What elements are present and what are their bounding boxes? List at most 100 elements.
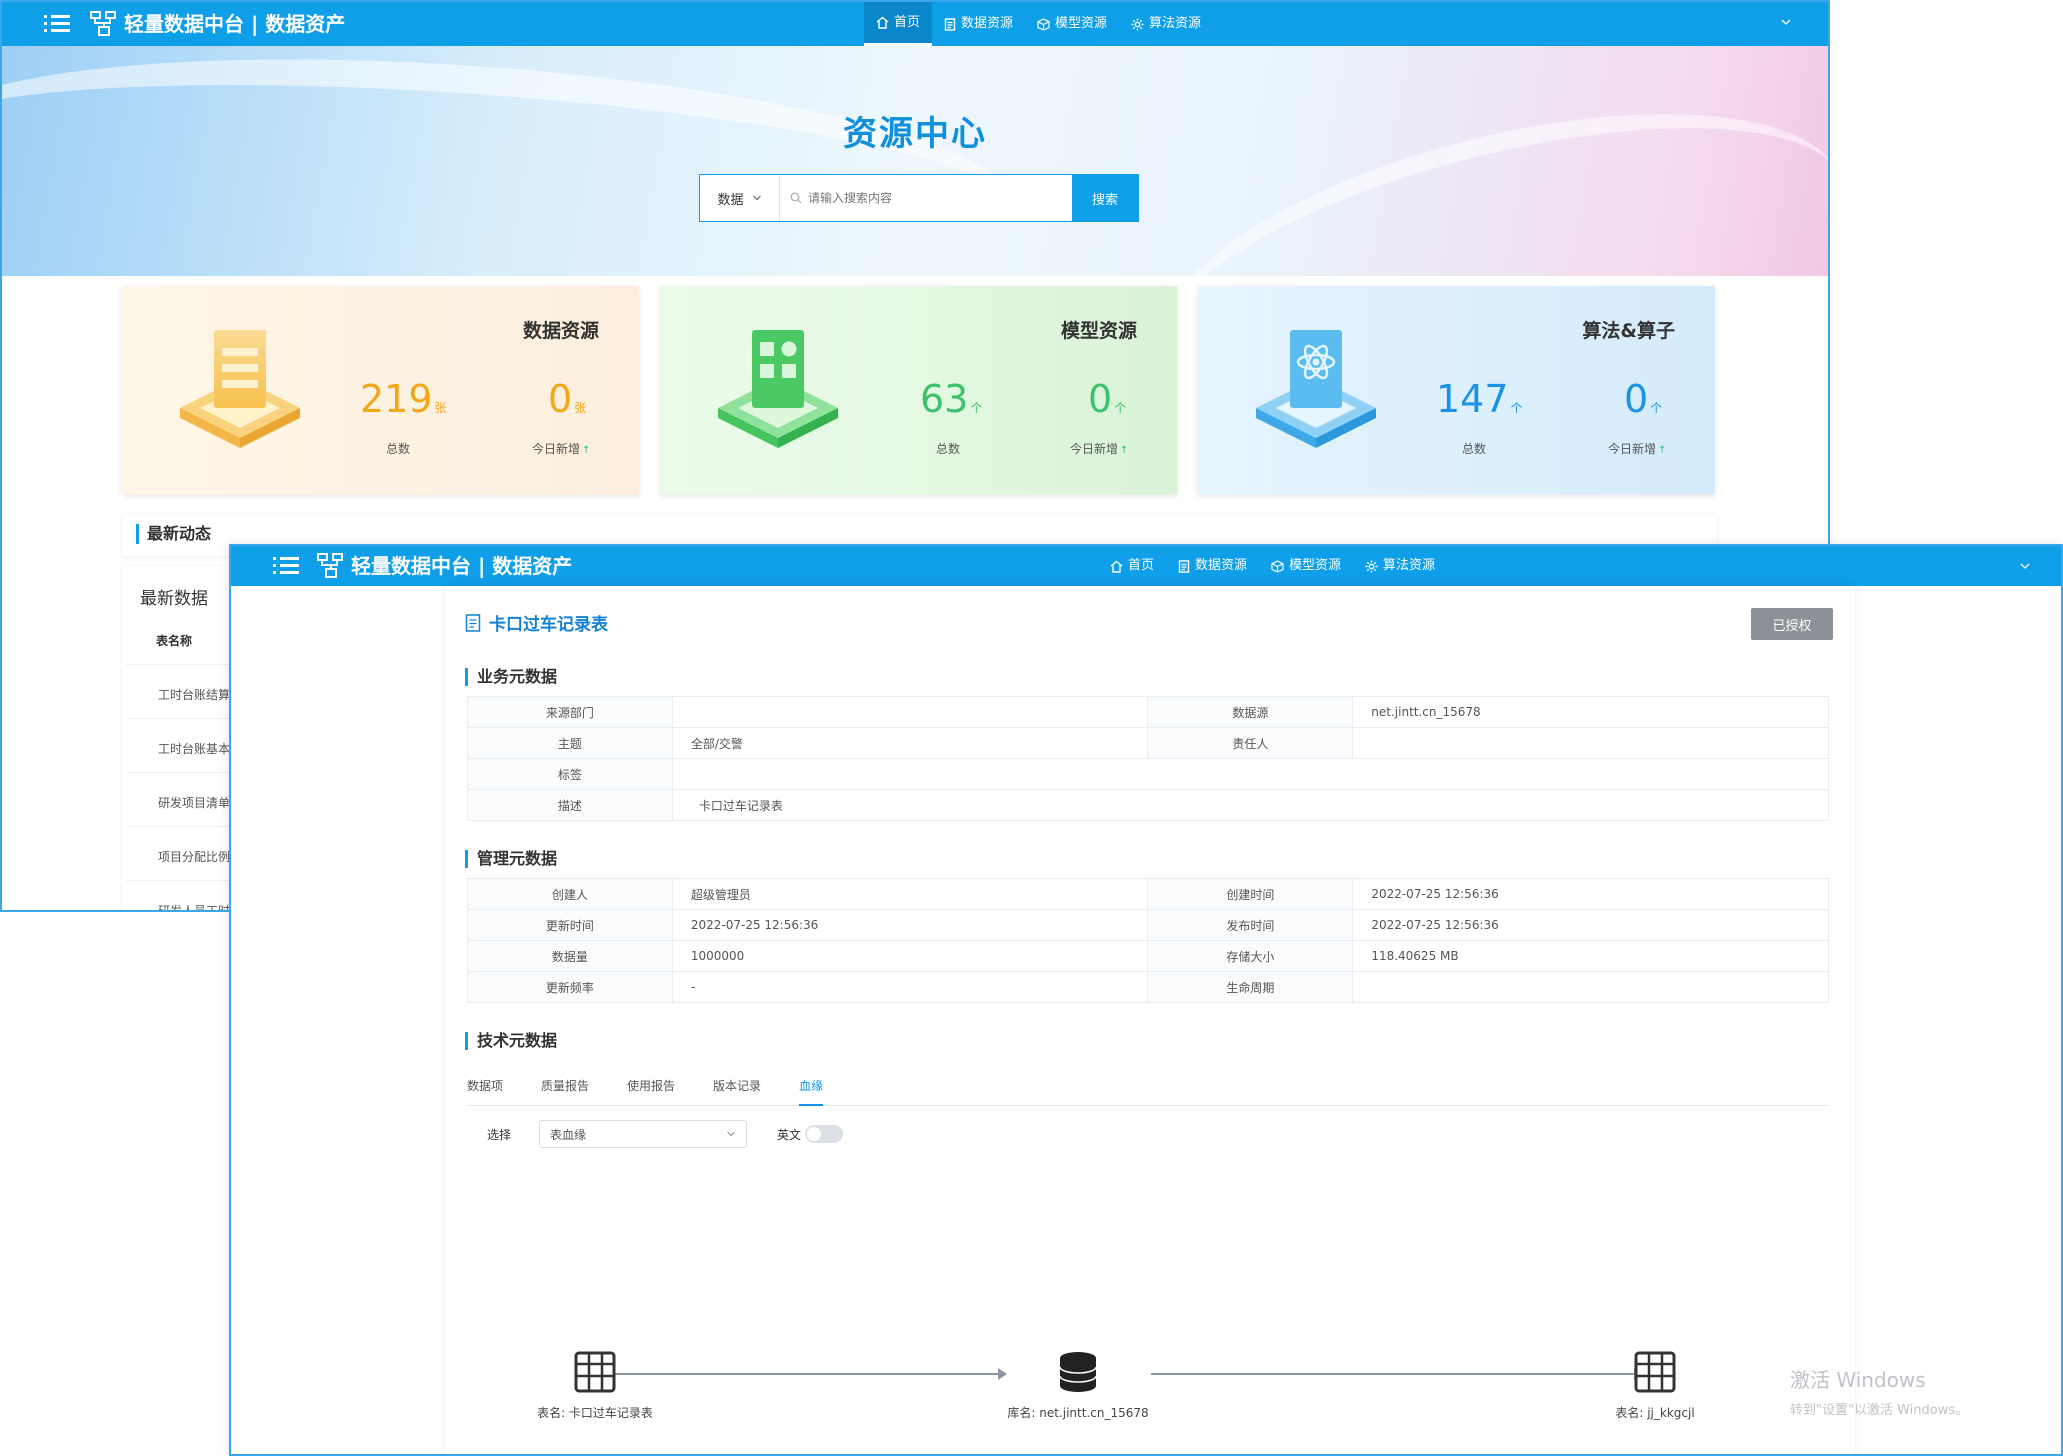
- document-icon: [944, 17, 956, 31]
- model-resources-card[interactable]: 模型资源 63 个 总数 0个 今日新增 ↑: [660, 286, 1177, 494]
- detail-content: 卡口过车记录表 已授权 业务元数据 来源部门 数据源 net.jintt.cn_…: [445, 586, 1855, 1454]
- total-value: 219: [360, 377, 433, 421]
- total-value: 147: [1436, 377, 1509, 421]
- nav-algorithm-resources[interactable]: 算法资源: [1119, 2, 1213, 46]
- search-icon: [790, 192, 802, 204]
- chevron-down-icon: [727, 1131, 735, 1137]
- search-type-value: 数据: [717, 192, 744, 208]
- search-input-wrap: [780, 175, 1072, 221]
- table-cell: net.jintt.cn_15678: [1352, 696, 1829, 728]
- menu-toggle-icon[interactable]: [44, 12, 70, 36]
- list-item[interactable]: 研发人员工时: [158, 902, 230, 910]
- total-unit: 个: [970, 401, 983, 415]
- table-cell: [671, 758, 1830, 790]
- node-caption: 库名: net.jintt.cn_15678: [1007, 1406, 1149, 1420]
- main-nav: 首页 数据资源 模型资源 算法资源: [864, 2, 1213, 46]
- nav-home[interactable]: 首页: [1098, 546, 1166, 586]
- node-caption: 表名: 卡口过车记录表: [537, 1406, 653, 1420]
- table-cell: 存储大小: [1147, 940, 1354, 972]
- tab-lineage[interactable]: 血缘: [799, 1076, 824, 1106]
- lineage-type-select[interactable]: 表血缘: [539, 1120, 748, 1148]
- page-title: 卡口过车记录表: [465, 610, 608, 635]
- logo-icon: [317, 553, 343, 578]
- management-meta-table: 创建人 超级管理员 创建时间 2022-07-25 12:56:36 更新时间 …: [467, 878, 1829, 1003]
- nav-home-label: 首页: [894, 14, 921, 30]
- lineage-node-target-table[interactable]: 表名: jj_kkgcjl: [1545, 1350, 1765, 1421]
- search-button[interactable]: 搜索: [1072, 175, 1138, 221]
- authorized-button[interactable]: 已授权: [1751, 608, 1833, 640]
- search-type-select[interactable]: 数据: [700, 175, 780, 221]
- app-title: 轻量数据中台 | 数据资产: [351, 554, 573, 578]
- cube-icon: [1037, 17, 1050, 31]
- total-count: 63 个: [920, 378, 982, 429]
- nav-data-resources[interactable]: 数据资源: [932, 2, 1025, 46]
- data-resources-card[interactable]: 数据资源 219 张 总数 0张 今日新增 ↑: [122, 286, 639, 494]
- table-row: 创建人 超级管理员 创建时间 2022-07-25 12:56:36: [467, 878, 1829, 910]
- nav-algorithm-label: 算法资源: [1149, 16, 1202, 31]
- home-icon: [1110, 560, 1123, 573]
- business-meta-table: 来源部门 数据源 net.jintt.cn_15678 主题 全部/交警 责任人…: [467, 696, 1830, 821]
- node-caption: 表名: jj_kkgcjl: [1615, 1406, 1695, 1420]
- nav-data-resources[interactable]: 数据资源: [1166, 546, 1259, 586]
- today-unit: 个: [1650, 401, 1663, 415]
- today-label-text: 今日新增: [532, 442, 581, 456]
- tab-data-items[interactable]: 数据项: [467, 1076, 503, 1106]
- detail-window: 轻量数据中台 | 数据资产 首页 数据资源 模型资源 算法资源 卡口过车记录表 …: [229, 544, 2063, 1456]
- windows-activation-watermark: 激活 Windows 转到"设置"以激活 Windows。: [1790, 1364, 1968, 1418]
- list-item[interactable]: 工时台账结算: [158, 686, 230, 703]
- chevron-down-icon[interactable]: [1780, 16, 1792, 28]
- list-item[interactable]: 研发项目清单: [158, 794, 230, 811]
- algorithm-card[interactable]: 算法&算子 147 个 总数 0个 今日新增 ↑: [1198, 286, 1715, 494]
- nav-model-resources[interactable]: 模型资源: [1025, 2, 1119, 46]
- document-icon: [465, 613, 481, 632]
- today-label-text: 今日新增: [1608, 442, 1657, 456]
- table-cell: 数据源: [1147, 696, 1354, 728]
- nav-algorithm-resources[interactable]: 算法资源: [1353, 546, 1447, 586]
- up-arrow-icon: ↑: [1658, 445, 1667, 456]
- hero-decoration-right: [1130, 55, 1828, 276]
- table-cell: 更新频率: [467, 971, 673, 1003]
- page-title-text: 卡口过车记录表: [489, 615, 608, 635]
- tab-quality-report[interactable]: 质量报告: [541, 1076, 589, 1106]
- latest-data-title: 最新数据: [140, 589, 208, 609]
- search-input[interactable]: [808, 191, 1068, 205]
- table-cell: 全部/交警: [671, 727, 1149, 759]
- today-value: 0: [548, 377, 573, 421]
- hero-title: 资源中心: [843, 114, 987, 154]
- card-title: 算法&算子: [1582, 320, 1675, 342]
- lineage-node-database[interactable]: 库名: net.jintt.cn_15678: [968, 1350, 1188, 1421]
- hero-banner: 资源中心 数据 搜索: [2, 46, 1828, 276]
- today-count: 0个: [1624, 378, 1662, 429]
- table-cell: 标签: [467, 758, 673, 790]
- tech-meta-title: 技术元数据: [465, 1032, 557, 1050]
- table-row: 更新时间 2022-07-25 12:56:36 发布时间 2022-07-25…: [467, 909, 1829, 941]
- card-title: 数据资源: [522, 320, 599, 342]
- list-item[interactable]: 工时台账基本: [158, 740, 230, 757]
- search-box: 数据 搜索: [699, 174, 1139, 222]
- table-cell: [1352, 971, 1829, 1003]
- list-item[interactable]: 项目分配比例: [158, 848, 230, 865]
- tab-usage-report[interactable]: 使用报告: [627, 1076, 675, 1106]
- lineage-node-source-table[interactable]: 表名: 卡口过车记录表: [485, 1350, 705, 1421]
- chevron-down-icon[interactable]: [2019, 560, 2031, 572]
- tab-version-history[interactable]: 版本记录: [713, 1076, 761, 1106]
- table-cell: 发布时间: [1147, 909, 1354, 941]
- today-label: 今日新增 ↑: [532, 440, 590, 457]
- nav-model-resources[interactable]: 模型资源: [1259, 546, 1353, 586]
- menu-toggle-icon[interactable]: [273, 554, 299, 578]
- watermark-line2: 转到"设置"以激活 Windows。: [1790, 1403, 1969, 1418]
- table-cell: 生命周期: [1147, 971, 1354, 1003]
- nav-algorithm-label: 算法资源: [1383, 558, 1436, 573]
- nav-home[interactable]: 首页: [864, 2, 933, 46]
- today-unit: 个: [1114, 401, 1127, 415]
- tech-meta-tabs: 数据项 质量报告 使用报告 版本记录 血缘: [467, 1076, 1829, 1106]
- total-count: 219 张: [360, 378, 447, 429]
- table-cell: 2022-07-25 12:56:36: [1352, 909, 1829, 941]
- today-count: 0张: [548, 378, 586, 429]
- today-value: 0: [1624, 377, 1649, 421]
- nav-data-label: 数据资源: [1195, 558, 1248, 573]
- chevron-down-icon: [752, 195, 761, 201]
- english-toggle[interactable]: [805, 1125, 844, 1143]
- table-cell: 2022-07-25 12:56:36: [1352, 878, 1829, 910]
- today-label: 今日新增 ↑: [1070, 440, 1128, 457]
